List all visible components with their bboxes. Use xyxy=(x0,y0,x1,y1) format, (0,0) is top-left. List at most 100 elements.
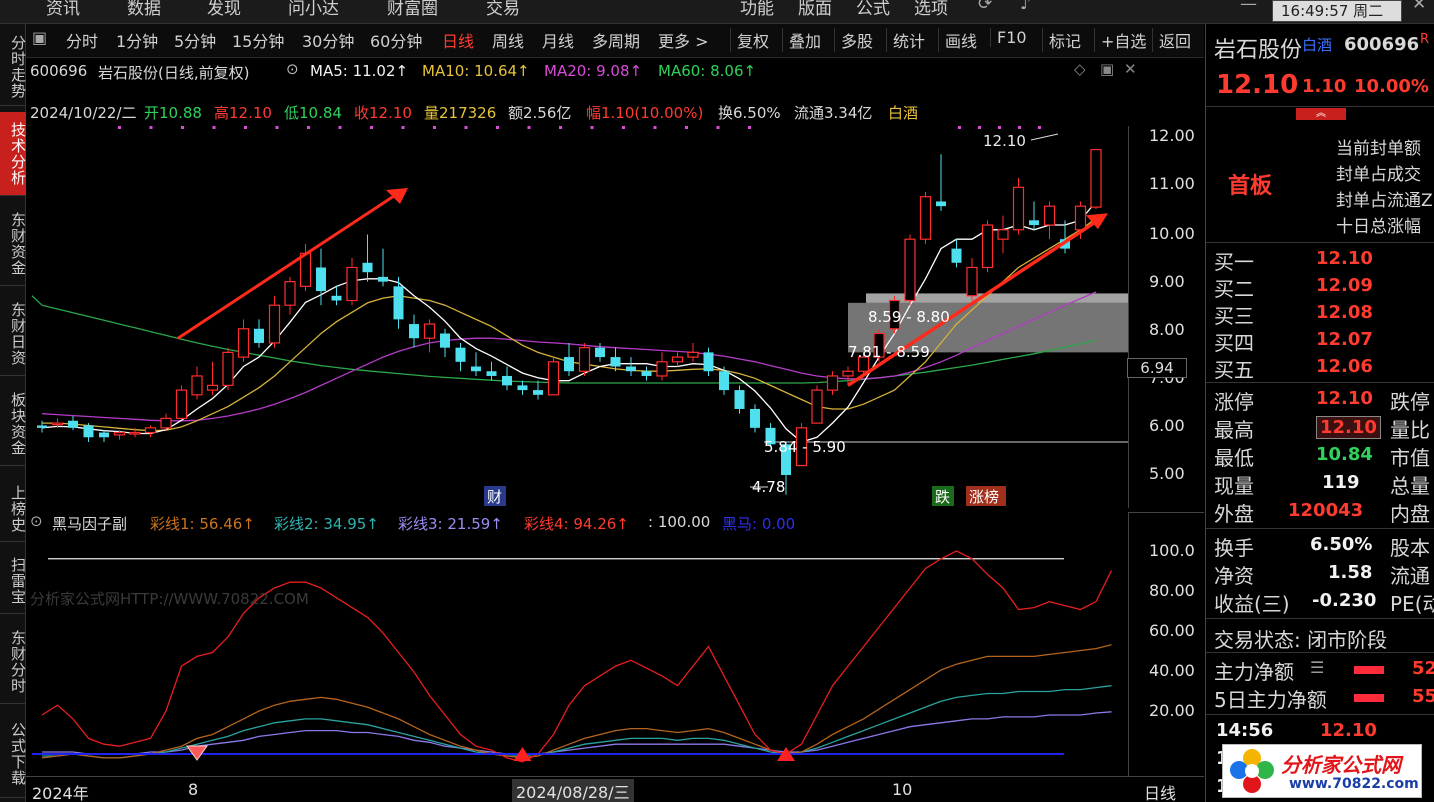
info-amount: 额2.56亿 xyxy=(508,104,572,122)
candle xyxy=(547,357,560,396)
btn-mark[interactable]: 标记 xyxy=(1042,28,1081,52)
candle-body xyxy=(626,366,636,372)
dot-mark xyxy=(149,126,153,129)
btn-overlay[interactable]: 叠加 xyxy=(782,28,821,52)
chevron-down-icon[interactable]: ⊙ xyxy=(286,60,299,78)
stat-label2: PE(动 xyxy=(1390,592,1434,616)
candle-body xyxy=(842,370,854,377)
period-15min[interactable]: 15分钟 xyxy=(232,28,284,52)
sub-toggle-icon[interactable]: ⊙ xyxy=(30,512,43,530)
period-60min[interactable]: 60分钟 xyxy=(370,28,422,52)
menu-item-ask[interactable]: 问小达 xyxy=(288,0,339,19)
btn-back[interactable]: 返回 xyxy=(1152,28,1191,52)
candle-body xyxy=(423,323,436,339)
main-net5-label: 5日主力净额 xyxy=(1214,688,1327,712)
bell-icon[interactable]: ♪ xyxy=(1020,0,1031,14)
menu-item-trade[interactable]: 交易 xyxy=(486,0,520,19)
indicator-chart[interactable] xyxy=(28,536,1128,776)
candle xyxy=(578,342,591,376)
candle xyxy=(160,413,172,431)
close-panel-icon[interactable]: ✕ xyxy=(1124,60,1137,78)
sidebar-item-technical[interactable]: 技术分析 xyxy=(0,112,27,196)
sidebar-item-risk-scan[interactable]: 扫雷宝 xyxy=(0,548,27,614)
menu-item-news[interactable]: 资讯 xyxy=(46,0,80,19)
btn-multi-stock[interactable]: 多股 xyxy=(834,28,873,52)
y-tick: 6.00 xyxy=(1149,416,1185,435)
sidebar-item-sector-capital[interactable]: 板块资金 xyxy=(0,382,27,466)
candle-body xyxy=(206,384,219,391)
collapse-icon[interactable]: ︽ xyxy=(1296,108,1346,120)
menu-item-layout[interactable]: 版面 xyxy=(798,0,832,19)
menu-item-options[interactable]: 选项 xyxy=(914,0,948,19)
sidebar-item-intraday[interactable]: 分时走势 xyxy=(0,28,27,106)
candle-body xyxy=(641,371,652,376)
y-tick: 5.00 xyxy=(1149,464,1185,483)
info-low: 低10.84 xyxy=(284,104,342,122)
menu-item-function[interactable]: 功能 xyxy=(740,0,774,19)
candle-body xyxy=(687,351,699,358)
sidebar-item-formula-download[interactable]: 公式下载 xyxy=(0,710,27,798)
diamond-icon[interactable]: ◇ xyxy=(1074,60,1086,78)
close-icon[interactable]: ✕ xyxy=(1412,0,1426,14)
sidebar-item-ranking-history[interactable]: 上榜史 xyxy=(0,476,27,542)
dot-mark xyxy=(978,126,981,129)
period-weekly[interactable]: 周线 xyxy=(492,28,524,52)
period-daily[interactable]: 日线 xyxy=(442,28,474,52)
candle xyxy=(362,234,373,282)
sidebar-item-capital[interactable]: 东财资金 xyxy=(0,202,27,286)
sidebar-item-daily-capital[interactable]: 东财日资 xyxy=(0,292,27,376)
x-tick: 10 xyxy=(892,780,913,799)
candle-body xyxy=(1029,220,1039,226)
menu-item-discover[interactable]: 发现 xyxy=(207,0,241,19)
maximize-icon[interactable]: ▣ xyxy=(1100,60,1114,78)
period-1min[interactable]: 1分钟 xyxy=(116,28,158,52)
candle-body xyxy=(734,390,745,409)
minimize-icon[interactable]: — xyxy=(1240,0,1257,14)
menu-item-data[interactable]: 数据 xyxy=(127,0,161,19)
dot-mark xyxy=(653,126,657,129)
info-high: 高12.10 xyxy=(214,104,272,122)
candle-body xyxy=(316,267,326,292)
candle xyxy=(1043,201,1056,240)
candle xyxy=(423,319,436,353)
event-tag-text: 财 xyxy=(487,488,502,506)
candle-body xyxy=(222,351,234,386)
candle-body xyxy=(966,266,978,297)
refresh-icon[interactable]: ⟳ xyxy=(978,0,992,14)
candle xyxy=(687,342,699,362)
period-30min[interactable]: 30分钟 xyxy=(302,28,354,52)
candle-body xyxy=(997,229,1009,240)
period-monthly[interactable]: 月线 xyxy=(542,28,574,52)
bid-label: 买二 xyxy=(1214,277,1254,301)
candle xyxy=(284,276,296,315)
btn-add-watchlist[interactable]: +自选 xyxy=(1094,28,1146,52)
btn-draw-line[interactable]: 画线 xyxy=(938,28,977,52)
info-turnover: 换6.50% xyxy=(718,104,781,122)
stat-label: 涨停 xyxy=(1214,390,1254,414)
sub-y-tick: 100.0 xyxy=(1149,541,1195,560)
stat-label: 现量 xyxy=(1214,474,1254,498)
period-more[interactable]: 更多 > xyxy=(658,28,709,52)
menu-item-formula[interactable]: 公式 xyxy=(856,0,890,19)
x-tick: 8 xyxy=(188,780,199,799)
sub-red-line xyxy=(41,550,1113,763)
period-intraday[interactable]: 分时 xyxy=(66,28,98,52)
menu-item-wealth-circle[interactable]: 财富圈 xyxy=(387,0,438,19)
period-5min[interactable]: 5分钟 xyxy=(174,28,216,52)
candle xyxy=(254,319,264,348)
candle xyxy=(222,347,234,391)
seal-item: 封单占成交 xyxy=(1336,165,1421,185)
quote-price: 12.10 xyxy=(1216,70,1299,100)
toolbar-toggle-icon[interactable]: ▣ xyxy=(32,28,47,47)
btn-restore-rights[interactable]: 复权 xyxy=(730,28,769,52)
candle xyxy=(811,385,823,424)
btn-statistics[interactable]: 统计 xyxy=(886,28,925,52)
candle-body xyxy=(595,347,605,358)
period-multi[interactable]: 多周期 xyxy=(592,28,640,52)
sidebar-item-time-sharing[interactable]: 东财分时 xyxy=(0,620,27,704)
btn-f10[interactable]: F10 xyxy=(990,28,1027,47)
candle-body xyxy=(671,356,684,363)
candle-body xyxy=(440,333,450,348)
list-icon[interactable]: ☰ xyxy=(1310,658,1324,677)
candlestick-chart[interactable]: 12.108.59 - 8.807.81 - 8.595.84 - 5.904.… xyxy=(28,126,1128,508)
